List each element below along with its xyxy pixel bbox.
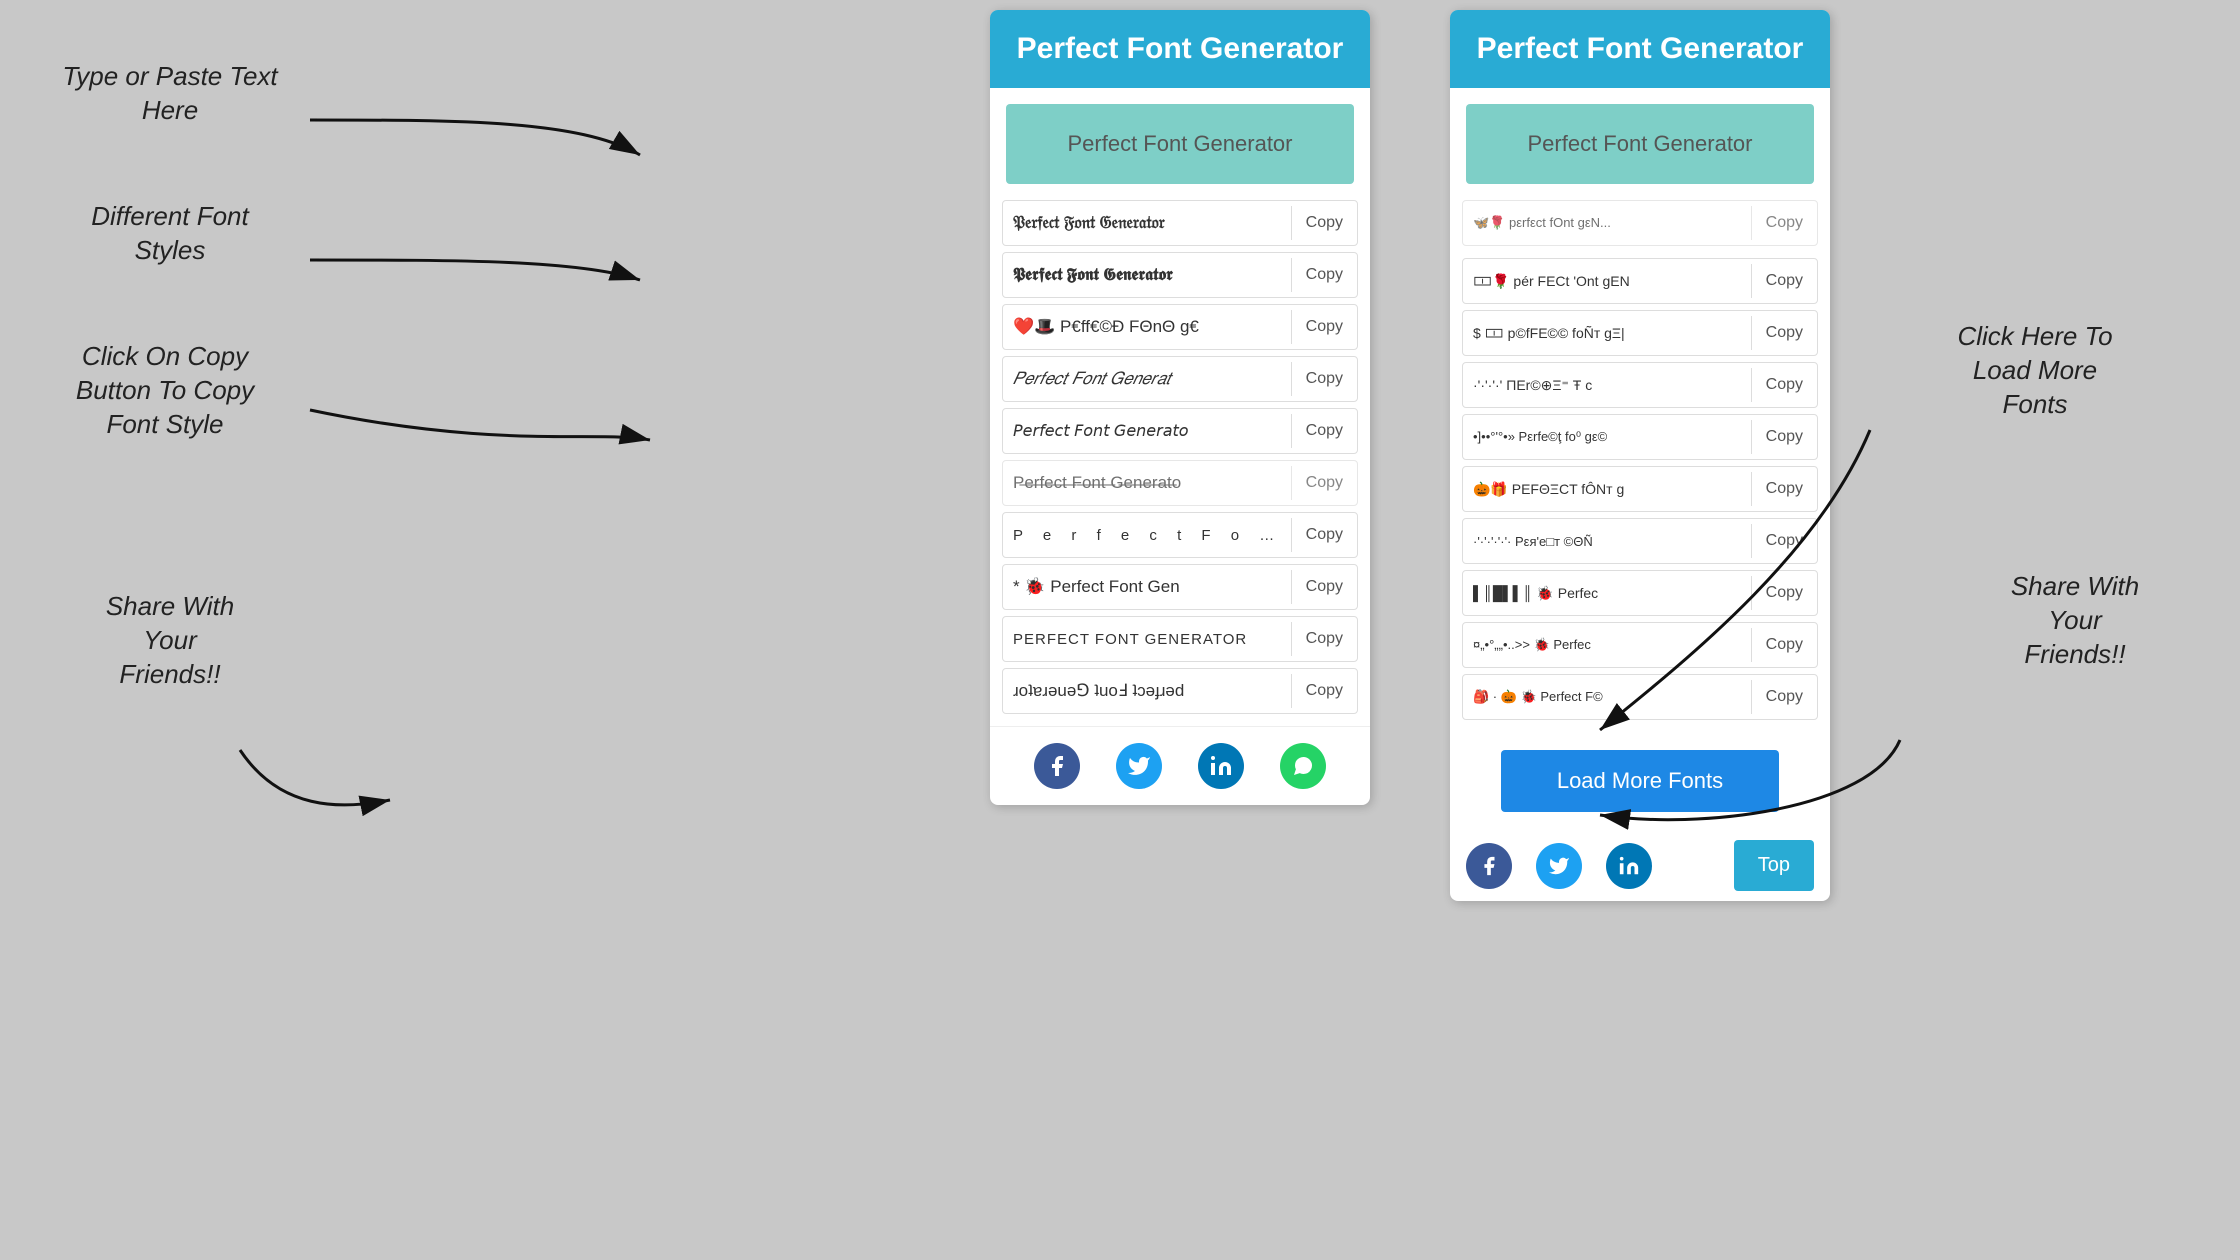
panel-1: Perfect Font Generator Perfect Font Gene…	[990, 10, 1370, 805]
copy-button-p10[interactable]: Copy	[1751, 680, 1817, 714]
table-row: ɹoʇɐɹǝuǝ⅁ ʇuoℲ ʇɔǝɟɹǝd Copy	[1002, 668, 1358, 714]
copy-button-7[interactable]: Copy	[1291, 518, 1357, 552]
label-click-copy: Click On CopyButton To CopyFont Style	[20, 340, 310, 441]
panel1-header: Perfect Font Generator	[990, 10, 1370, 88]
table-row: 🀱🌹 pér FECt 'Ont gEN Copy	[1462, 258, 1818, 304]
table-row: 𝘗𝘦𝘳𝘧𝘦𝘤𝘵 𝘍𝘰𝘯𝘵 𝘎𝘦𝘯𝘦𝘳𝘢𝘵𝘰 Copy	[1002, 408, 1358, 454]
facebook-icon-2[interactable]	[1466, 843, 1512, 889]
font-style-p5: •]••°'°•» Pεrfe©ţ fo⁰ gε©	[1463, 421, 1751, 453]
panel2-title: Perfect Font Generator	[1466, 32, 1814, 66]
table-row: 🎒 · 🎃 🐞 Perfect F© Copy	[1462, 674, 1818, 720]
table-row: 🦋🌹 pεrfεct fOnt gεN... Copy	[1462, 200, 1818, 246]
label-different-fonts: Different FontStyles	[40, 200, 300, 268]
copy-button-p2[interactable]: Copy	[1751, 264, 1817, 298]
label-share-2: Share WithYourFriends!!	[1940, 570, 2210, 671]
table-row: •]••°'°•» Pεrfe©ţ fo⁰ gε© Copy	[1462, 414, 1818, 460]
panel2-header: Perfect Font Generator	[1450, 10, 1830, 88]
copy-button-p6[interactable]: Copy	[1751, 472, 1817, 506]
copy-button-6[interactable]: Copy	[1291, 466, 1357, 500]
table-row: $ 🀱 p©fFE©© foÑт ɡΞ| Copy	[1462, 310, 1818, 356]
table-row: 𝑃𝑒𝑟𝑓𝑒𝑐𝑡 𝐹𝑜𝑛𝑡 𝐺𝑒𝑛𝑒𝑟𝑎𝑡 Copy	[1002, 356, 1358, 402]
panel1-font-list: 𝔓𝔢𝔯𝔣𝔢𝔠𝔱 𝔉𝔬𝔫𝔱 𝔊𝔢𝔫𝔢𝔯𝔞𝔱𝔬𝔯 Copy 𝕻𝖊𝖗𝖋𝖊𝖈𝖙 𝕱𝖔𝖓𝖙…	[990, 200, 1370, 726]
copy-button-5[interactable]: Copy	[1291, 414, 1357, 448]
load-more-button[interactable]: Load More Fonts	[1501, 750, 1779, 812]
panel-2: Perfect Font Generator Perfect Font Gene…	[1450, 10, 1830, 901]
panel2-input-text: Perfect Font Generator	[1528, 131, 1753, 157]
copy-button-p7[interactable]: Copy	[1751, 524, 1817, 558]
font-style-3: ❤️🎩 P€ff€©Ð FΘnΘ g€	[1003, 309, 1291, 345]
table-row: ·'·'·'·'·'· Pεя'e□т ©ΘÑ Copy	[1462, 518, 1818, 564]
top-button[interactable]: Top	[1734, 840, 1814, 891]
font-style-p1: 🦋🌹 pεrfεct fOnt gεN...	[1463, 207, 1751, 239]
copy-button-4[interactable]: Copy	[1291, 362, 1357, 396]
font-style-8: * 🐞 Perfect Font Gen	[1003, 569, 1291, 605]
panel2-bottom-bar: Top	[1450, 830, 1830, 901]
font-style-p10: 🎒 · 🎃 🐞 Perfect F©	[1463, 681, 1751, 713]
font-style-2: 𝕻𝖊𝖗𝖋𝖊𝖈𝖙 𝕱𝖔𝖓𝖙 𝕲𝖊𝖓𝖊𝖗𝖆𝖙𝖔𝖗	[1003, 257, 1291, 293]
table-row: ▌║█▌▌║ 🐞 Perfec Copy	[1462, 570, 1818, 616]
font-style-10: ɹoʇɐɹǝuǝ⅁ ʇuoℲ ʇɔǝɟɹǝd	[1003, 673, 1291, 709]
font-style-p3: $ 🀱 p©fFE©© foÑт ɡΞ|	[1463, 317, 1751, 350]
table-row: 𝔓𝔢𝔯𝔣𝔢𝔠𝔱 𝔉𝔬𝔫𝔱 𝔊𝔢𝔫𝔢𝔯𝔞𝔱𝔬𝔯 Copy	[1002, 200, 1358, 246]
table-row: P̶e̶r̶f̶e̶c̶t̶ ̶F̶o̶n̶t̶ ̶G̶e̶n̶e̶r̶a̶t̶…	[1002, 460, 1358, 506]
linkedin-icon[interactable]	[1198, 743, 1244, 789]
table-row: PERFECT FONT GENERATOR Copy	[1002, 616, 1358, 662]
font-style-1: 𝔓𝔢𝔯𝔣𝔢𝔠𝔱 𝔉𝔬𝔫𝔱 𝔊𝔢𝔫𝔢𝔯𝔞𝔱𝔬𝔯	[1003, 205, 1291, 241]
font-style-5: 𝘗𝘦𝘳𝘧𝘦𝘤𝘵 𝘍𝘰𝘯𝘵 𝘎𝘦𝘯𝘦𝘳𝘢𝘵𝘰	[1003, 413, 1291, 449]
table-row: ❤️🎩 P€ff€©Ð FΘnΘ g€ Copy	[1002, 304, 1358, 350]
table-row: ·'·'·'·' ΠEr©⊕Ξ⁼ Ŧ c Copy	[1462, 362, 1818, 408]
label-type-paste: Type or Paste TextHere	[40, 60, 300, 128]
font-style-p7: ·'·'·'·'·'· Pεя'e□т ©ΘÑ	[1463, 526, 1751, 557]
copy-button-3[interactable]: Copy	[1291, 310, 1357, 344]
font-style-p4: ·'·'·'·' ΠEr©⊕Ξ⁼ Ŧ c	[1463, 369, 1751, 402]
table-row: 🎃🎁 PEFΘΞCT fÔNт g Copy	[1462, 466, 1818, 512]
table-row: ¤„•°„„•..>> 🐞 Perfec Copy	[1462, 622, 1818, 668]
font-style-6: P̶e̶r̶f̶e̶c̶t̶ ̶F̶o̶n̶t̶ ̶G̶e̶n̶e̶r̶a̶t̶…	[1003, 465, 1291, 501]
facebook-icon[interactable]	[1034, 743, 1080, 789]
font-style-4: 𝑃𝑒𝑟𝑓𝑒𝑐𝑡 𝐹𝑜𝑛𝑡 𝐺𝑒𝑛𝑒𝑟𝑎𝑡	[1003, 361, 1291, 397]
table-row: * 🐞 Perfect Font Gen Copy	[1002, 564, 1358, 610]
font-style-p9: ¤„•°„„•..>> 🐞 Perfec	[1463, 629, 1751, 661]
table-row: P e r f e c t F o n t Copy	[1002, 512, 1358, 558]
twitter-icon-2[interactable]	[1536, 843, 1582, 889]
copy-button-p4[interactable]: Copy	[1751, 368, 1817, 402]
font-style-p6: 🎃🎁 PEFΘΞCT fÔNт g	[1463, 473, 1751, 506]
panel2-input[interactable]: Perfect Font Generator	[1466, 104, 1814, 184]
font-style-9: PERFECT FONT GENERATOR	[1003, 623, 1291, 656]
copy-button-10[interactable]: Copy	[1291, 674, 1357, 708]
copy-button-p5[interactable]: Copy	[1751, 420, 1817, 454]
font-style-p8: ▌║█▌▌║ 🐞 Perfec	[1463, 577, 1751, 610]
font-style-7: P e r f e c t F o n t	[1003, 519, 1291, 552]
whatsapp-icon[interactable]	[1280, 743, 1326, 789]
copy-button-p1[interactable]: Copy	[1751, 206, 1817, 240]
copy-button-p8[interactable]: Copy	[1751, 576, 1817, 610]
font-style-p2: 🀱🌹 pér FECt 'Ont gEN	[1463, 265, 1751, 298]
copy-button-p9[interactable]: Copy	[1751, 628, 1817, 662]
copy-button-8[interactable]: Copy	[1291, 570, 1357, 604]
table-row: 𝕻𝖊𝖗𝖋𝖊𝖈𝖙 𝕱𝖔𝖓𝖙 𝕲𝖊𝖓𝖊𝖗𝖆𝖙𝖔𝖗 Copy	[1002, 252, 1358, 298]
panel1-title: Perfect Font Generator	[1006, 32, 1354, 66]
panel1-input[interactable]: Perfect Font Generator	[1006, 104, 1354, 184]
panel1-input-text: Perfect Font Generator	[1068, 131, 1293, 157]
panel2-font-list: 🀱🌹 pér FECt 'Ont gEN Copy $ 🀱 p©fFE©© fo…	[1450, 250, 1830, 732]
label-click-load-more: Click Here ToLoad MoreFonts	[1890, 320, 2180, 421]
label-share: Share WithYourFriends!!	[50, 590, 290, 691]
copy-button-p3[interactable]: Copy	[1751, 316, 1817, 350]
copy-button-9[interactable]: Copy	[1291, 622, 1357, 656]
panel1-social-bar	[990, 726, 1370, 805]
twitter-icon[interactable]	[1116, 743, 1162, 789]
linkedin-icon-2[interactable]	[1606, 843, 1652, 889]
copy-button-2[interactable]: Copy	[1291, 258, 1357, 292]
copy-button-1[interactable]: Copy	[1291, 206, 1357, 240]
